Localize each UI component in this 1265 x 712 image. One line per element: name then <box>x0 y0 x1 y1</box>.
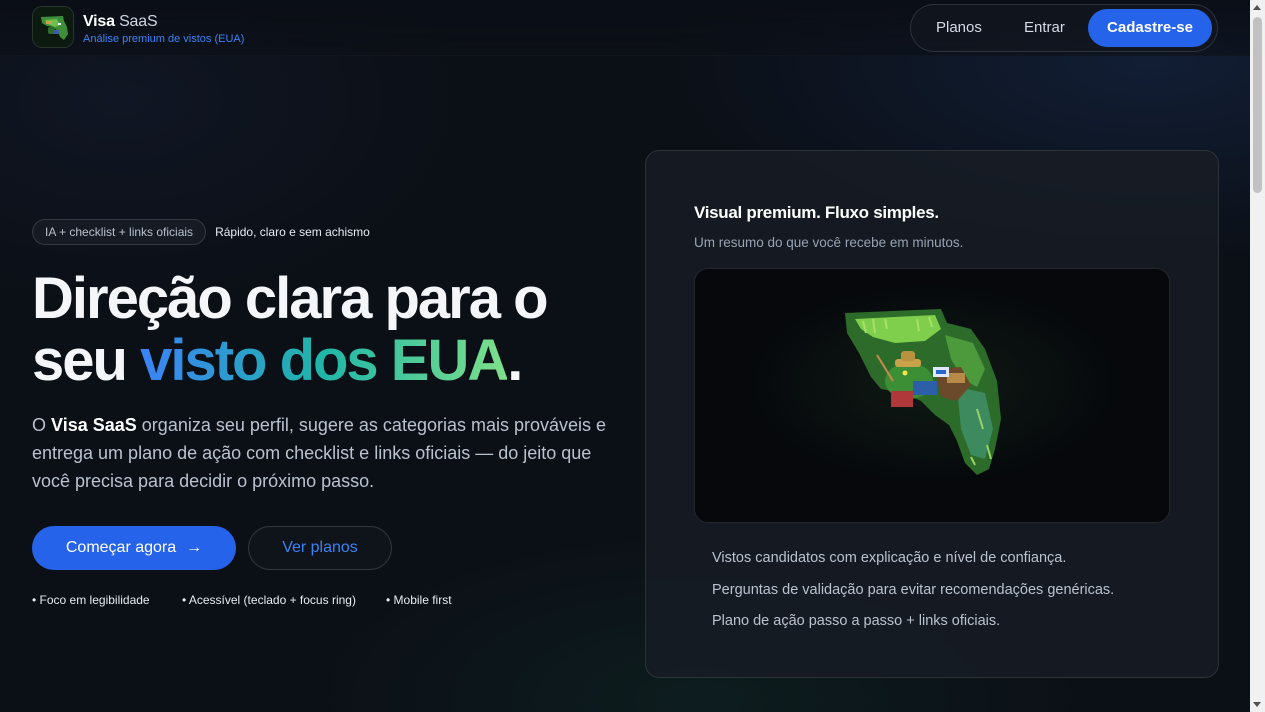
list-item: Perguntas de validação para evitar recom… <box>712 581 1115 598</box>
headline-line1: Direção clara para o <box>32 266 549 331</box>
feature-item: • Mobile first <box>386 593 452 607</box>
nav-entrar-link[interactable]: Entrar <box>1024 5 1065 51</box>
brand-name-main: Visa <box>83 13 115 30</box>
card-subtitle: Um resumo do que você recebe em minutos. <box>694 235 964 250</box>
arrow-right-icon: → <box>186 539 203 556</box>
card-illustration <box>694 268 1170 523</box>
brand-subtitle: Análise premium de vistos (EUA) <box>83 33 245 45</box>
hero-headline: Direção clara para o seu visto dos EUA. <box>32 268 632 392</box>
brand-name: Visa SaaS <box>83 12 244 32</box>
hero-badge-caption: Rápido, claro e sem achismo <box>215 225 370 239</box>
headline-highlight: visto dos EUA <box>140 328 509 393</box>
hero-badge: IA + checklist + links oficiais <box>32 219 207 245</box>
list-item: Plano de ação passo a passo + links ofic… <box>712 613 1001 629</box>
headline-word: seu <box>32 328 128 393</box>
lead-prefix: O <box>32 415 47 435</box>
florida-gator-illustration-icon <box>695 269 1169 522</box>
scroll-down-arrow-icon[interactable] <box>1250 697 1265 712</box>
start-now-label: Começar agora <box>65 539 177 556</box>
start-now-button[interactable]: Começar agora → <box>32 526 236 570</box>
nav-planos-link[interactable]: Planos <box>936 5 982 51</box>
card-title: Visual premium. Fluxo simples. <box>694 203 939 222</box>
view-plans-button[interactable]: Ver planos <box>248 526 392 570</box>
card-benefits-list: Vistos candidatos com explicação e nível… <box>712 547 1114 642</box>
lead-brand: Visa SaaS <box>51 415 137 435</box>
top-nav: Planos Entrar Cadastre-se <box>910 4 1218 52</box>
feature-list: • Foco em legibilidade • Acessível (tecl… <box>32 593 452 607</box>
hero-badge-row: IA + checklist + links oficiais Rápido, … <box>32 219 370 245</box>
summary-card: Visual premium. Fluxo simples. Um resumo… <box>645 150 1219 678</box>
list-item: Vistos candidatos com explicação e nível… <box>712 550 1067 566</box>
signup-button[interactable]: Cadastre-se <box>1088 9 1212 47</box>
feature-item: • Acessível (teclado + focus ring) <box>182 593 356 607</box>
scroll-thumb[interactable] <box>1253 17 1262 193</box>
scroll-up-arrow-icon[interactable] <box>1250 0 1265 15</box>
brand-logo[interactable] <box>32 6 74 48</box>
florida-gator-logo-icon <box>33 7 73 47</box>
brand-name-suffix: SaaS <box>119 13 158 30</box>
headline-period: . <box>507 328 523 393</box>
top-header: Visa SaaS Análise premium de vistos (EUA… <box>0 0 1250 56</box>
hero-lead: O Visa SaaS organiza seu perfil, sugere … <box>32 411 612 495</box>
feature-item: • Foco em legibilidade <box>32 593 150 607</box>
brand[interactable]: Visa SaaS Análise premium de vistos (EUA… <box>83 12 244 46</box>
page-scrollbar[interactable] <box>1250 0 1265 712</box>
